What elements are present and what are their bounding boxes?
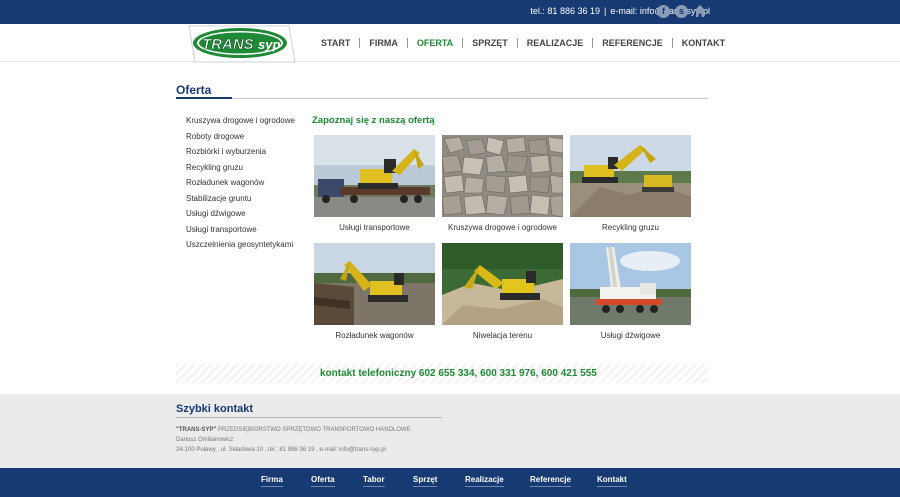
skype-icon[interactable]: s (675, 5, 688, 18)
terrain-grading-photo (442, 243, 563, 325)
sidebar-item-rozladunek[interactable]: Rozładunek wagonów (186, 178, 295, 194)
offer-tile-recykling[interactable]: Recykling gruzu (570, 135, 691, 232)
footer-link-referencje[interactable]: Referencje (530, 475, 571, 487)
nav-realizacje[interactable]: REALIZACJE (516, 38, 593, 48)
header: TRANS syp START FIRMA OFERTA SPRZĘT REAL… (0, 24, 900, 64)
nav-start[interactable]: START (312, 38, 359, 48)
tile-caption: Recykling gruzu (602, 223, 659, 232)
home-icon[interactable] (693, 4, 707, 18)
wagon-unloading-photo (314, 243, 435, 325)
nav-oferta[interactable]: OFERTA (406, 38, 462, 48)
company-name: "TRANS-SYP" (176, 427, 217, 433)
stones-photo (442, 135, 563, 217)
nav-kontakt[interactable]: KONTAKT (671, 38, 734, 48)
tile-caption: Usługi transportowe (339, 223, 410, 232)
nav-sprzet[interactable]: SPRZĘT (462, 38, 517, 48)
tile-caption: Niwelacja terenu (472, 331, 533, 340)
excavator-transport-photo (314, 135, 435, 217)
sidebar-item-uslugi-transportowe[interactable]: Usługi transportowe (186, 225, 295, 241)
page-title: Oferta (176, 83, 212, 97)
offer-sidebar: Kruszywa drogowe i ogrodowe Roboty drogo… (186, 116, 295, 256)
logo-text-main: TRANS (202, 36, 254, 53)
offer-tile-niwelacja[interactable]: Niwelacja terenu (442, 243, 563, 340)
sidebar-item-stabilizacje[interactable]: Stabilizacje gruntu (186, 194, 295, 210)
footer-link-realizacje[interactable]: Realizacje (465, 475, 504, 487)
top-separator: | (603, 6, 607, 16)
quick-contact-title: Szybki kontakt (176, 403, 254, 415)
offer-tile-transport[interactable]: Usługi transportowe (314, 135, 435, 232)
title-divider-accent (176, 97, 232, 99)
quick-contact-section (0, 394, 900, 468)
facebook-icon[interactable]: f (657, 5, 670, 18)
sidebar-item-uslugi-dzwigowe[interactable]: Usługi dźwigowe (186, 209, 295, 225)
footer-link-oferta[interactable]: Oferta (311, 475, 335, 487)
tile-caption: Rozładunek wagonów (335, 331, 414, 340)
quick-contact-details: "TRANS-SYP" PRZEDSIĘBIORSTWO SPRZĘTOWO T… (176, 425, 411, 455)
sidebar-item-rozbiorki[interactable]: Rozbiórki i wyburzenia (186, 147, 295, 163)
logo-text-sub: syp (258, 37, 280, 52)
nav-firma[interactable]: FIRMA (359, 38, 407, 48)
offer-tile-uslugi-dzwigowe[interactable]: Usługi dźwigowe (570, 243, 691, 340)
footer-link-sprzet[interactable]: Sprzęt (413, 475, 438, 487)
tile-caption: Usługi dźwigowe (600, 331, 661, 340)
contact-address: 24-100 Puławy , ul. Składowa 10 , tel.: … (176, 447, 386, 453)
phone-contact: kontakt telefoniczny 602 655 334, 600 33… (320, 368, 597, 379)
offer-tile-kruszywa[interactable]: Kruszywa drogowe i ogrodowe (442, 135, 563, 232)
tile-caption: Kruszywa drogowe i ogrodowe (448, 223, 557, 232)
sidebar-item-kruszywa[interactable]: Kruszywa drogowe i ogrodowe (186, 116, 295, 132)
footer-link-kontakt[interactable]: Kontakt (597, 475, 627, 487)
footer-link-tabor[interactable]: Tabor (363, 475, 385, 487)
recycling-excavator-photo (570, 135, 691, 217)
offer-tile-rozladunek[interactable]: Rozładunek wagonów (314, 243, 435, 340)
main-nav: START FIRMA OFERTA SPRZĘT REALIZACJE REF… (312, 38, 734, 48)
crane-photo (570, 243, 691, 325)
top-bar: tel.: 81 886 36 19|e-mail: info@trans-sy… (0, 0, 900, 24)
sidebar-item-roboty-drogowe[interactable]: Roboty drogowe (186, 132, 295, 148)
company-desc: PRZEDSIĘBIORSTWO SPRZĘTOWO TRANSPORTOWO … (216, 427, 411, 433)
sidebar-item-recykling[interactable]: Recykling gruzu (186, 163, 295, 179)
title-divider (176, 98, 708, 99)
trans-syp-logo[interactable]: TRANS syp (185, 24, 297, 64)
sidebar-item-uszczelnienia[interactable]: Uszczelnienia geosyntetykami (186, 240, 295, 256)
nav-referencje[interactable]: REFERENCJE (592, 38, 672, 48)
offer-heading: Zapoznaj się z naszą ofertą (312, 115, 435, 126)
footer-link-firma[interactable]: Firma (261, 475, 283, 487)
footer: Firma Oferta Tabor Sprzęt Realizacje Ref… (0, 468, 900, 497)
top-phone: tel.: 81 886 36 19 (530, 6, 600, 16)
quick-contact-divider (176, 417, 442, 418)
contact-person: Dariusz Omilianowicz (176, 437, 234, 443)
